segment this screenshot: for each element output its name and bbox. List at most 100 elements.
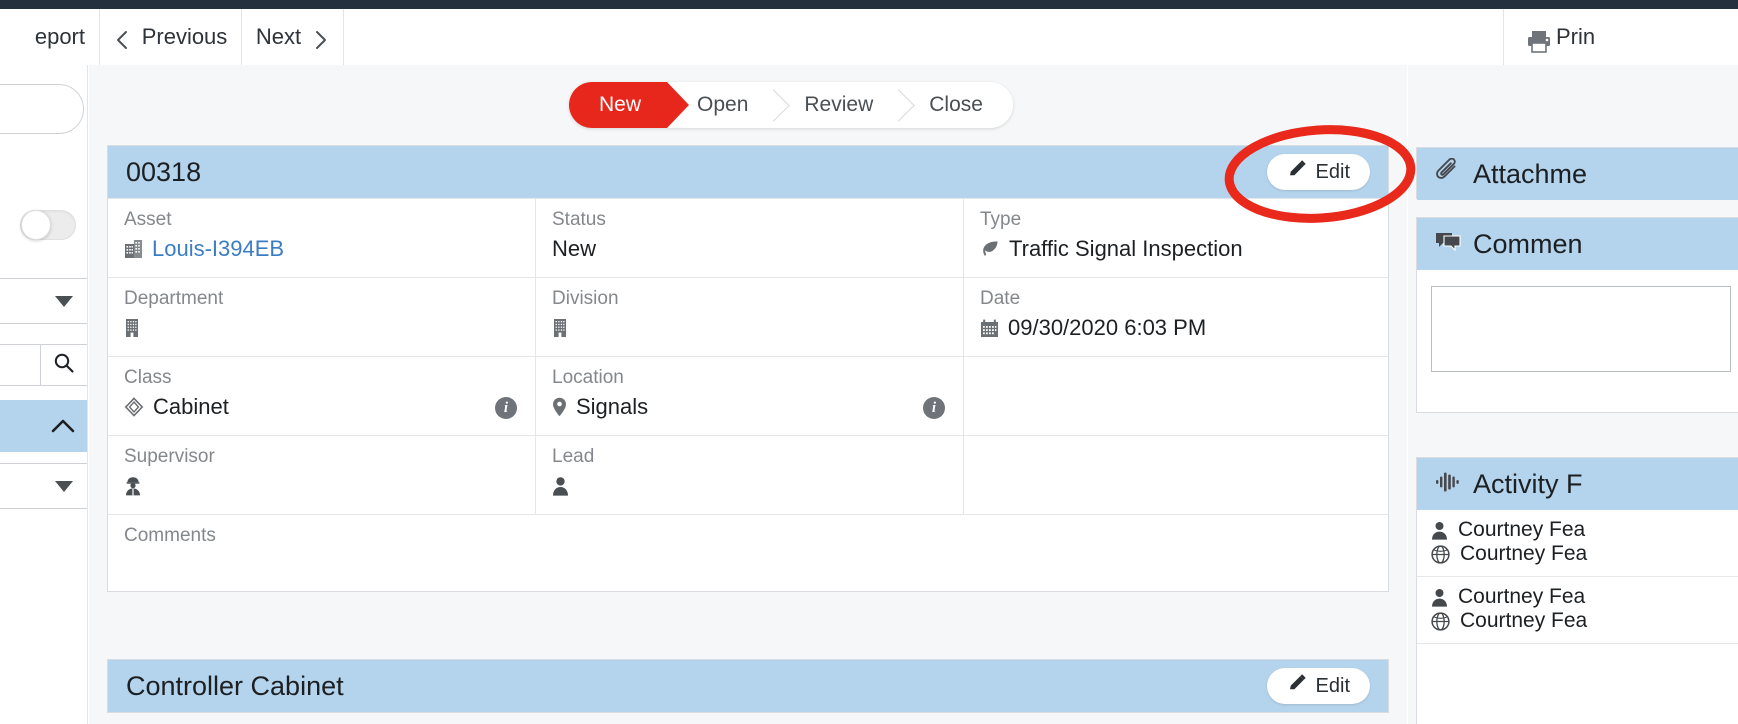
field-empty-cell	[964, 357, 1388, 435]
attachments-header: Attachme	[1417, 148, 1738, 200]
feed-author: Courtney Fea	[1458, 518, 1586, 541]
field-date-value: 09/30/2020 6:03 PM	[1008, 315, 1207, 340]
field-department-label: Department	[124, 288, 224, 309]
activity-feed-header: Activity F	[1417, 458, 1738, 510]
field-type-label: Type	[980, 209, 1022, 230]
toolbar: eport Previous Next Prin	[0, 9, 1738, 65]
field-type: Type Traffic Signal Inspection	[964, 199, 1388, 277]
field-class-value: Cabinet	[153, 394, 229, 419]
attachments-title: Attachme	[1473, 158, 1588, 189]
field-division: Division	[536, 278, 964, 356]
main-content: New Open Review Close 00318 Edit Asset L…	[89, 65, 1407, 724]
work-order-id: 00318	[126, 156, 202, 187]
field-row-1: Asset Louis-I394EB Status New Type Traff…	[108, 198, 1388, 277]
person-icon	[1431, 521, 1448, 540]
toolbar-spacer	[344, 9, 1504, 65]
field-asset-value[interactable]: Louis-I394EB	[152, 236, 284, 262]
chevron-left-icon	[114, 29, 130, 49]
class-info-icon[interactable]: i	[495, 397, 517, 419]
sidebar-dropdown-1[interactable]	[0, 278, 87, 324]
field-lead-label: Lead	[552, 446, 595, 467]
chevron-up-icon	[50, 413, 76, 439]
next-button[interactable]: Next	[242, 9, 344, 65]
caret-down-icon	[55, 480, 73, 492]
left-sidebar	[0, 65, 88, 724]
step-review[interactable]: Review	[774, 82, 900, 128]
field-status: Status New	[536, 199, 964, 277]
feed-detail: Courtney Fea	[1460, 542, 1588, 565]
field-comments-label: Comments	[124, 525, 216, 546]
caret-down-icon	[55, 295, 73, 307]
sidebar-dropdown-2[interactable]	[0, 463, 87, 509]
app-top-strip	[0, 0, 1738, 9]
office-building-icon	[552, 318, 568, 338]
step-close[interactable]: Close	[899, 82, 1013, 128]
edit-button[interactable]: Edit	[1266, 154, 1370, 190]
chevron-right-icon	[313, 29, 329, 49]
field-row-3: Class Cabinet i Location Signals i	[108, 356, 1388, 435]
comments-panel: Commen	[1416, 217, 1738, 413]
sidebar-rounded-input[interactable]	[0, 84, 84, 134]
search-button[interactable]	[40, 344, 87, 386]
building-icon	[124, 239, 143, 259]
feed-detail: Courtney Fea	[1460, 609, 1588, 632]
controller-cabinet-edit-label: Edit	[1315, 674, 1350, 697]
right-rail: Attachme Commen Activity F Courtney Fea …	[1408, 65, 1738, 724]
toggle-knob	[21, 210, 51, 240]
edit-button-label: Edit	[1315, 160, 1350, 183]
location-info-icon[interactable]: i	[923, 397, 945, 419]
field-division-label: Division	[552, 288, 619, 309]
pencil-icon	[1287, 673, 1307, 699]
previous-label: Previous	[141, 24, 228, 49]
globe-icon	[1431, 611, 1450, 631]
print-label: Prin	[1556, 24, 1596, 49]
field-supervisor-label: Supervisor	[124, 446, 215, 467]
field-date: Date 09/30/2020 6:03 PM	[964, 278, 1388, 356]
field-department: Department	[108, 278, 536, 356]
controller-cabinet-title: Controller Cabinet	[126, 670, 344, 701]
field-asset-label: Asset	[124, 209, 172, 230]
print-button[interactable]: Prin	[1504, 9, 1738, 65]
comment-input[interactable]	[1431, 286, 1731, 372]
comments-header: Commen	[1417, 218, 1738, 270]
field-location-label: Location	[552, 367, 624, 388]
step-new[interactable]: New	[569, 82, 690, 128]
leaf-icon	[980, 239, 1000, 259]
field-class: Class Cabinet i	[108, 357, 536, 435]
field-status-value: New	[552, 236, 597, 261]
work-order-card: 00318 Edit Asset Louis-I394EB Status New…	[107, 145, 1389, 592]
list-item[interactable]: Courtney Fea Courtney Fea	[1417, 510, 1738, 577]
report-button[interactable]: eport	[0, 9, 100, 65]
globe-icon	[1431, 544, 1450, 564]
list-item[interactable]: Courtney Fea Courtney Fea	[1417, 577, 1738, 644]
field-class-label: Class	[124, 367, 172, 388]
field-row-4: Supervisor Lead	[108, 435, 1388, 514]
controller-cabinet-edit-button[interactable]: Edit	[1266, 668, 1370, 704]
field-date-label: Date	[980, 288, 1021, 309]
field-type-value: Traffic Signal Inspection	[1009, 236, 1243, 261]
step-close-label: Close	[929, 93, 983, 116]
field-location: Location Signals i	[536, 357, 964, 435]
field-supervisor: Supervisor	[108, 436, 536, 514]
workflow-stepper: New Open Review Close	[569, 82, 1013, 128]
person-icon	[1431, 588, 1448, 607]
waveform-icon	[1435, 469, 1461, 500]
controller-cabinet-card: Controller Cabinet Edit	[107, 659, 1389, 713]
office-building-icon	[124, 318, 140, 338]
search-input[interactable]	[0, 344, 40, 386]
magnifier-icon	[53, 352, 75, 379]
field-empty-cell-2	[964, 436, 1388, 514]
step-new-label: New	[599, 93, 642, 116]
field-asset: Asset Louis-I394EB	[108, 199, 536, 277]
field-row-2: Department Division Date 09/30/2020 6:03…	[108, 277, 1388, 356]
tag-icon	[124, 397, 144, 417]
printer-icon	[1526, 29, 1550, 53]
previous-button[interactable]: Previous	[100, 9, 242, 65]
speech-bubble-icon	[1435, 229, 1461, 260]
step-review-label: Review	[804, 93, 874, 116]
step-open-label: Open	[697, 93, 749, 116]
field-status-label: Status	[552, 209, 606, 230]
sidebar-toggle-switch[interactable]	[20, 210, 76, 240]
field-row-5: Comments	[108, 514, 1388, 591]
sidebar-section-collapse[interactable]	[0, 400, 87, 452]
